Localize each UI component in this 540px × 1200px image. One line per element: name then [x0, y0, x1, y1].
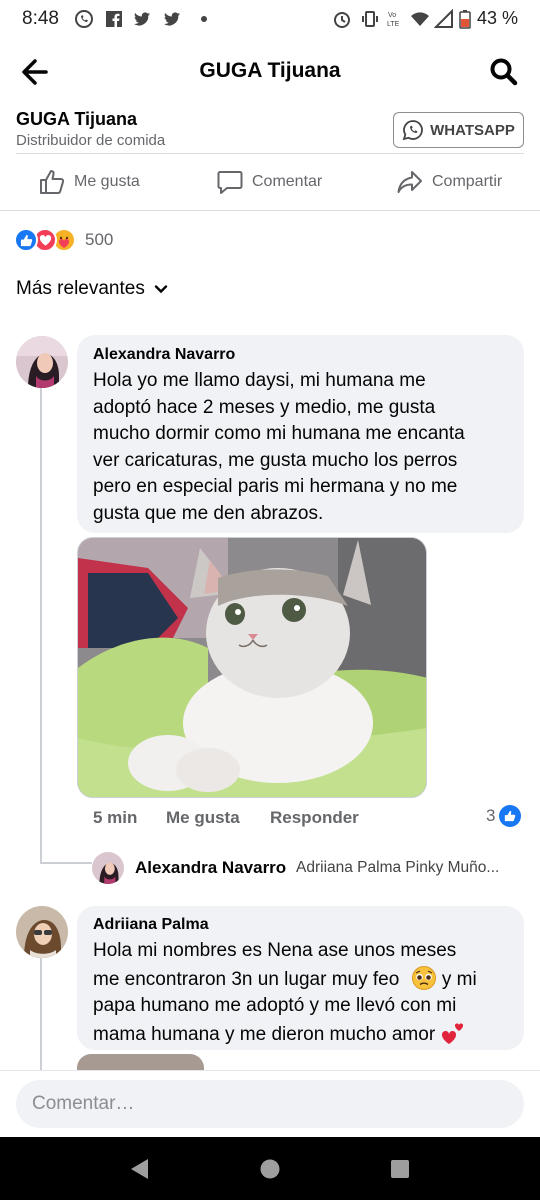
- page-title: GUGA Tijuana: [199, 59, 341, 82]
- thread-line: [40, 386, 42, 864]
- volte-icon: Vo LTE: [387, 12, 400, 28]
- comment-text-line: papa humano me adoptó y me llevó con mi: [93, 995, 457, 1016]
- svg-text:LTE: LTE: [387, 21, 400, 28]
- avatar[interactable]: [16, 906, 68, 958]
- comment-author[interactable]: Alexandra Navarro: [93, 346, 235, 364]
- comment-text: Hola mi nombres es Nena ase unos meses m…: [93, 938, 518, 1048]
- comment-text-line: mucho dormir como mi humana me encanta: [93, 423, 465, 444]
- search-icon: [490, 58, 518, 86]
- comment-like-button[interactable]: Me gusta: [166, 808, 240, 828]
- share-button[interactable]: Compartir: [396, 164, 502, 200]
- comment-label: Comentar: [252, 173, 323, 190]
- like-label: Me gusta: [74, 173, 140, 190]
- thread-line: [40, 957, 42, 1070]
- search-button[interactable]: [484, 52, 524, 92]
- two-hearts-emoji-icon: [442, 1022, 464, 1044]
- comment-timestamp: 5 min: [93, 808, 138, 827]
- whatsapp-notification-icon: [75, 10, 93, 28]
- sort-label: Más relevantes: [16, 278, 145, 299]
- nav-recents-icon[interactable]: [389, 1158, 411, 1180]
- thumbs-up-outline-icon: [40, 170, 65, 194]
- reply-avatar[interactable]: [92, 852, 124, 884]
- status-bar: 8:48 Vo LTE 43 %: [0, 0, 540, 40]
- svg-text:Vo: Vo: [388, 12, 396, 19]
- status-time: 8:48: [22, 8, 59, 29]
- comment-text-line: gusta que me den abrazos.: [93, 502, 324, 524]
- comment-text-line: adoptó hace 2 meses y medio, me gusta: [93, 396, 436, 418]
- page-name[interactable]: GUGA Tijuana: [16, 109, 137, 130]
- nav-home-icon[interactable]: [259, 1158, 281, 1180]
- comment-text-line: me encontraron 3n un lugar muy feo y mi: [93, 965, 518, 994]
- comment-input[interactable]: [16, 1080, 524, 1128]
- comment-button[interactable]: Comentar: [216, 164, 322, 200]
- top-app-bar: GUGA Tijuana: [0, 40, 540, 102]
- like-reaction-icon: [499, 805, 522, 827]
- signal-icon: [434, 9, 453, 28]
- chevron-down-icon: [154, 285, 168, 294]
- comment-text-line: mama humana y me dieron mucho amor: [93, 1020, 518, 1049]
- twitter-notification-icon: [164, 12, 180, 26]
- pleading-face-emoji-icon: [411, 965, 436, 990]
- whatsapp-label: WHATSAPP: [430, 121, 515, 139]
- comment-text-line: Hola yo me llamo daysi, mi humana me: [93, 370, 426, 391]
- comment-photo-partial[interactable]: [77, 1054, 204, 1070]
- comment-reply-button[interactable]: Responder: [270, 808, 359, 828]
- share-arrow-icon: [397, 171, 422, 193]
- thread-connector: [40, 862, 92, 864]
- system-navigation-bar: [0, 1137, 540, 1200]
- comment-text-segment: me encontraron 3n un lugar muy feo: [93, 968, 400, 990]
- comment-text-segment: mama humana y me dieron mucho amor: [93, 1023, 436, 1045]
- comment-photo-kitten[interactable]: [77, 537, 427, 798]
- comment-text-line: ver caricaturas, me gusta mucho los perr…: [93, 449, 458, 471]
- comment-bubble-icon: [217, 171, 243, 194]
- more-notifications-dot-icon: [201, 16, 207, 22]
- avatar[interactable]: [16, 336, 68, 388]
- like-button[interactable]: Me gusta: [38, 164, 140, 200]
- facebook-notification-icon: [106, 11, 122, 27]
- twitter-notification-icon: [134, 12, 150, 26]
- like-reaction-icon: [14, 228, 38, 252]
- comment-text-line: Hola mi nombres es Nena ase unos meses: [93, 940, 457, 961]
- comment-like-count[interactable]: 3: [486, 805, 522, 827]
- nav-back-icon[interactable]: [128, 1157, 150, 1181]
- comment-text: Hola yo me llamo daysi, mi humana me ado…: [93, 368, 518, 527]
- page-category: Distribuidor de comida: [16, 132, 166, 149]
- reply-preview-text[interactable]: Adriiana Palma Pinky Muño...: [296, 859, 528, 877]
- like-count-value: 3: [486, 806, 496, 825]
- battery-icon: [459, 10, 471, 29]
- whatsapp-button[interactable]: WHATSAPP: [393, 112, 524, 148]
- vibrate-icon: [362, 11, 378, 27]
- share-label: Compartir: [432, 173, 503, 190]
- comment-text-line: pero en especial paris mi hermana y no m…: [93, 476, 458, 497]
- divider: [0, 210, 540, 211]
- comment-author[interactable]: Adriiana Palma: [93, 916, 209, 934]
- comment-bubble[interactable]: Alexandra Navarro Hola yo me llamo daysi…: [77, 335, 524, 533]
- whatsapp-icon: [402, 120, 424, 141]
- divider: [16, 153, 524, 154]
- battery-percentage: 43 %: [477, 8, 519, 28]
- reply-preview-author[interactable]: Alexandra Navarro: [135, 858, 286, 878]
- comment-bubble[interactable]: Adriiana Palma Hola mi nombres es Nena a…: [77, 906, 524, 1050]
- alarm-icon: [334, 12, 350, 28]
- reaction-count: 500: [85, 230, 114, 249]
- comment-text-segment: y mi: [441, 968, 477, 990]
- reactions-summary[interactable]: 500: [14, 227, 113, 253]
- comment-sort-dropdown[interactable]: Más relevantes: [16, 278, 169, 300]
- wifi-icon: [411, 12, 429, 26]
